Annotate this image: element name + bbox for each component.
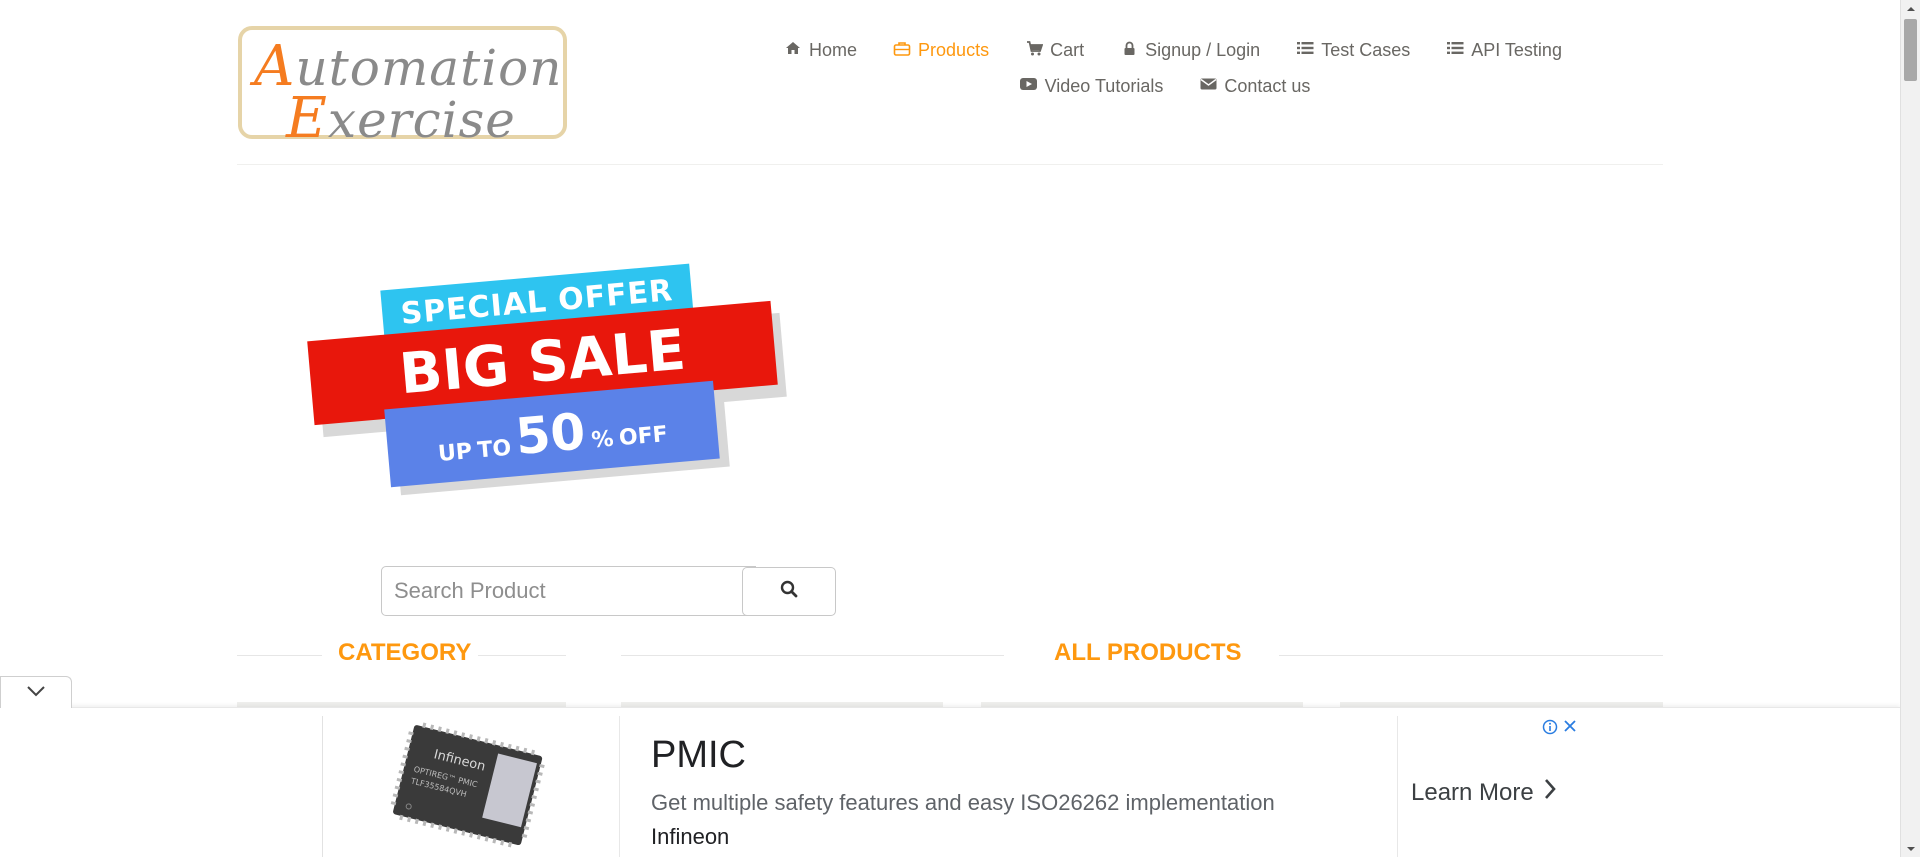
category-title-line — [478, 655, 566, 656]
chevron-down-icon — [26, 684, 46, 702]
nav-cart-label: Cart — [1050, 39, 1085, 60]
site-logo[interactable]: Automation Exercise — [238, 26, 567, 151]
nav-test-cases-label: Test Cases — [1321, 39, 1411, 60]
nav-api-testing[interactable]: API Testing — [1428, 36, 1580, 64]
nav-row-1: Home Products Cart Signup / Login Test C… — [706, 36, 1640, 64]
nav-video-tutorials[interactable]: Video Tutorials — [1002, 72, 1182, 100]
search-button[interactable] — [742, 567, 836, 616]
search-icon — [780, 580, 798, 603]
logo-line-2: Exercise — [286, 86, 516, 151]
ad-cta-divider — [1397, 716, 1398, 857]
special-offer-banner: SPECIAL OFFER BIG SALE UP TO 50 % OFF — [305, 263, 795, 496]
scroll-up-arrow-icon[interactable] — [1901, 0, 1920, 17]
nav-signup-login-label: Signup / Login — [1145, 39, 1261, 60]
list-icon — [1446, 41, 1464, 59]
ad-collapse-button[interactable] — [0, 676, 72, 708]
ad-description: Get multiple safety features and easy IS… — [651, 790, 1275, 815]
search-input[interactable] — [381, 566, 756, 616]
main-nav: Home Products Cart Signup / Login Test C… — [740, 36, 1640, 100]
nav-products-label: Products — [918, 39, 990, 60]
list-icon — [1296, 41, 1314, 59]
all-products-title-line — [621, 655, 1004, 656]
all-products-title-line — [1279, 655, 1663, 656]
nav-home-label: Home — [809, 39, 858, 60]
page-scrollbar[interactable] — [1900, 0, 1920, 857]
lock-icon — [1120, 41, 1138, 60]
nav-video-tutorials-label: Video Tutorials — [1044, 75, 1164, 96]
nav-row-2: Video Tutorials Contact us — [690, 72, 1640, 100]
nav-cart[interactable]: Cart — [1007, 36, 1102, 64]
ad-divider — [619, 716, 620, 857]
envelope-icon — [1199, 77, 1217, 95]
chevron-right-icon — [1544, 778, 1556, 807]
ad-close-icon[interactable] — [1562, 718, 1578, 734]
scrollbar-thumb[interactable] — [1904, 19, 1917, 81]
youtube-play-icon — [1020, 77, 1038, 95]
scroll-down-arrow-icon[interactable] — [1901, 840, 1920, 857]
ad-learn-more-label: Learn More — [1411, 778, 1534, 806]
nav-test-cases[interactable]: Test Cases — [1278, 36, 1428, 64]
ad-chip-image: Infineon OPTIREG™ PMIC TLF35584QVH — [323, 716, 619, 857]
all-products-heading: ALL PRODUCTS — [1054, 639, 1242, 666]
briefcase-icon — [893, 41, 911, 60]
ad-unit[interactable]: Infineon OPTIREG™ PMIC TLF35584QVH PMIC … — [322, 716, 1577, 857]
nav-contact-us-label: Contact us — [1224, 75, 1311, 96]
home-icon — [784, 41, 802, 59]
ad-learn-more-button[interactable]: Learn More — [1411, 778, 1556, 807]
nav-api-testing-label: API Testing — [1471, 39, 1562, 60]
ad-title[interactable]: PMIC — [651, 734, 746, 777]
page: Automation Exercise Home Products Cart S… — [0, 0, 1920, 857]
category-heading: CATEGORY — [338, 639, 472, 666]
nav-products[interactable]: Products — [875, 36, 1007, 64]
header-divider — [237, 164, 1663, 165]
ad-advertiser: Infineon — [651, 824, 730, 849]
category-title-line — [237, 655, 322, 656]
ad-info-icon[interactable] — [1542, 719, 1558, 735]
cart-icon — [1025, 40, 1043, 60]
nav-signup-login[interactable]: Signup / Login — [1102, 36, 1278, 64]
nav-contact-us[interactable]: Contact us — [1181, 72, 1328, 100]
nav-home[interactable]: Home — [766, 36, 875, 64]
